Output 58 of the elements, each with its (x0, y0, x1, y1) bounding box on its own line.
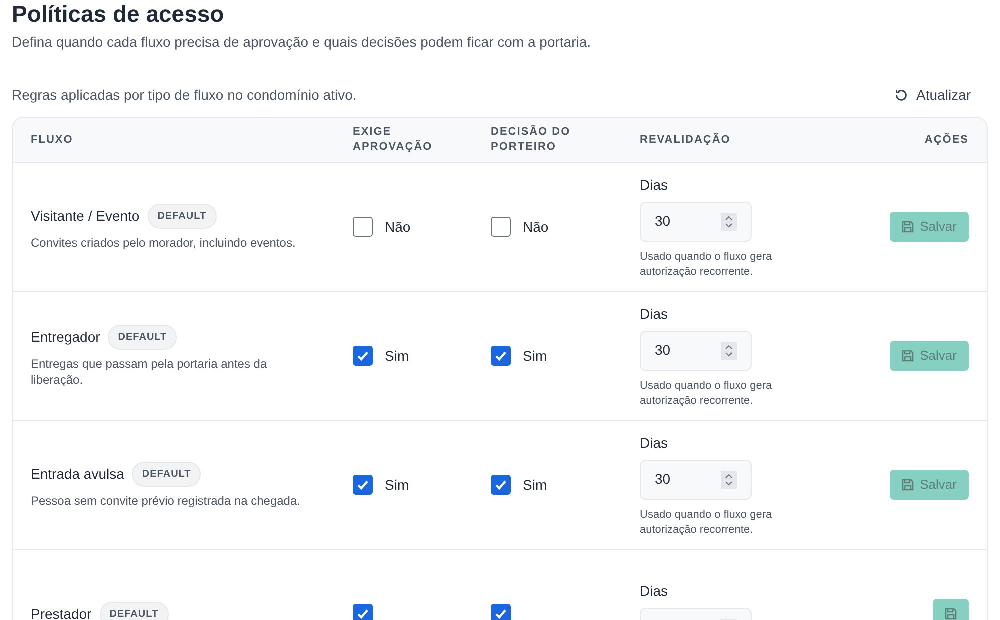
spinner-icon[interactable] (721, 470, 737, 488)
checkbox-label: Sim (523, 476, 548, 494)
hint-text: Usado quando o fluxo gera autorização recorrente. (640, 508, 774, 538)
days-input[interactable]: 30 (640, 202, 752, 242)
floppy-disk-icon (945, 608, 957, 620)
flow-name: Prestador (31, 604, 92, 620)
checkbox[interactable] (353, 346, 373, 366)
column-header: DECISÃO DO PORTEIRO (491, 125, 572, 155)
page-title: Políticas de acesso (12, 0, 226, 28)
checkbox[interactable] (353, 475, 373, 495)
days-label: Dias (640, 176, 670, 194)
checkmark-icon (356, 478, 370, 492)
checkmark-icon (494, 478, 508, 492)
checkmark-icon (494, 349, 508, 363)
flow-name: Entregador (31, 328, 100, 347)
checkbox[interactable] (353, 604, 373, 620)
checkmark-icon (356, 349, 370, 363)
column-header: REVALIDAÇÃO (640, 132, 732, 148)
checkbox-label: Sim (523, 346, 548, 366)
default-badge: DEFAULT (100, 602, 169, 620)
checkbox[interactable] (491, 346, 511, 366)
refresh-icon (894, 88, 909, 102)
checkmark-icon (356, 607, 370, 620)
column-header: FLUXO (31, 132, 74, 148)
column-header: EXIGE APROVAÇÃO (353, 125, 434, 155)
refresh-button[interactable]: Atualizar (894, 84, 988, 106)
default-badge: DEFAULT (148, 204, 217, 228)
floppy-disk-icon (902, 221, 914, 233)
hint-text: Usado quando o fluxo gera autorização recorrente. (640, 250, 774, 280)
days-label: Dias (640, 434, 670, 452)
flow-name: Entrada avulsa (31, 464, 124, 484)
flow-description: Convites criados pelo morador, incluindo eventos. (31, 234, 297, 250)
days-input[interactable]: 30 (640, 460, 752, 500)
days-label: Dias (640, 304, 670, 324)
floppy-disk-icon (902, 479, 914, 491)
spinner-icon[interactable] (721, 342, 737, 360)
flow-description: Entregas que passam pela portaria antes da liberação. (31, 356, 268, 388)
checkbox-label: Não (523, 218, 549, 236)
checkbox[interactable] (353, 217, 373, 237)
column-header: AÇÕES (924, 132, 969, 148)
spinner-icon[interactable] (721, 212, 737, 230)
flow-description: Pessoa sem convite prévio registrada na chegada. (31, 492, 301, 508)
checkmark-icon (494, 607, 508, 620)
default-badge: DEFAULT (108, 324, 178, 350)
checkbox[interactable] (491, 604, 511, 620)
checkbox[interactable] (491, 217, 511, 237)
checkbox-label: Sim (385, 346, 410, 366)
page-subtitle: Defina quando cada fluxo precisa de aprovação e quais decisões podem ficar com a portaria. (12, 33, 592, 52)
default-badge: DEFAULT (132, 462, 202, 486)
checkbox[interactable] (491, 475, 511, 495)
flow-name: Visitante / Evento (31, 206, 140, 226)
floppy-disk-icon (902, 350, 914, 362)
hint-text: Usado quando o fluxo gera autorização recorrente. (640, 378, 774, 408)
caption: Regras aplicadas por tipo de fluxo no condomínio ativo. (12, 86, 357, 105)
days-input[interactable]: 30 (640, 330, 752, 370)
checkbox-label: Sim (385, 476, 410, 494)
checkbox-label: Não (385, 218, 411, 236)
days-label: Dias (640, 582, 670, 600)
